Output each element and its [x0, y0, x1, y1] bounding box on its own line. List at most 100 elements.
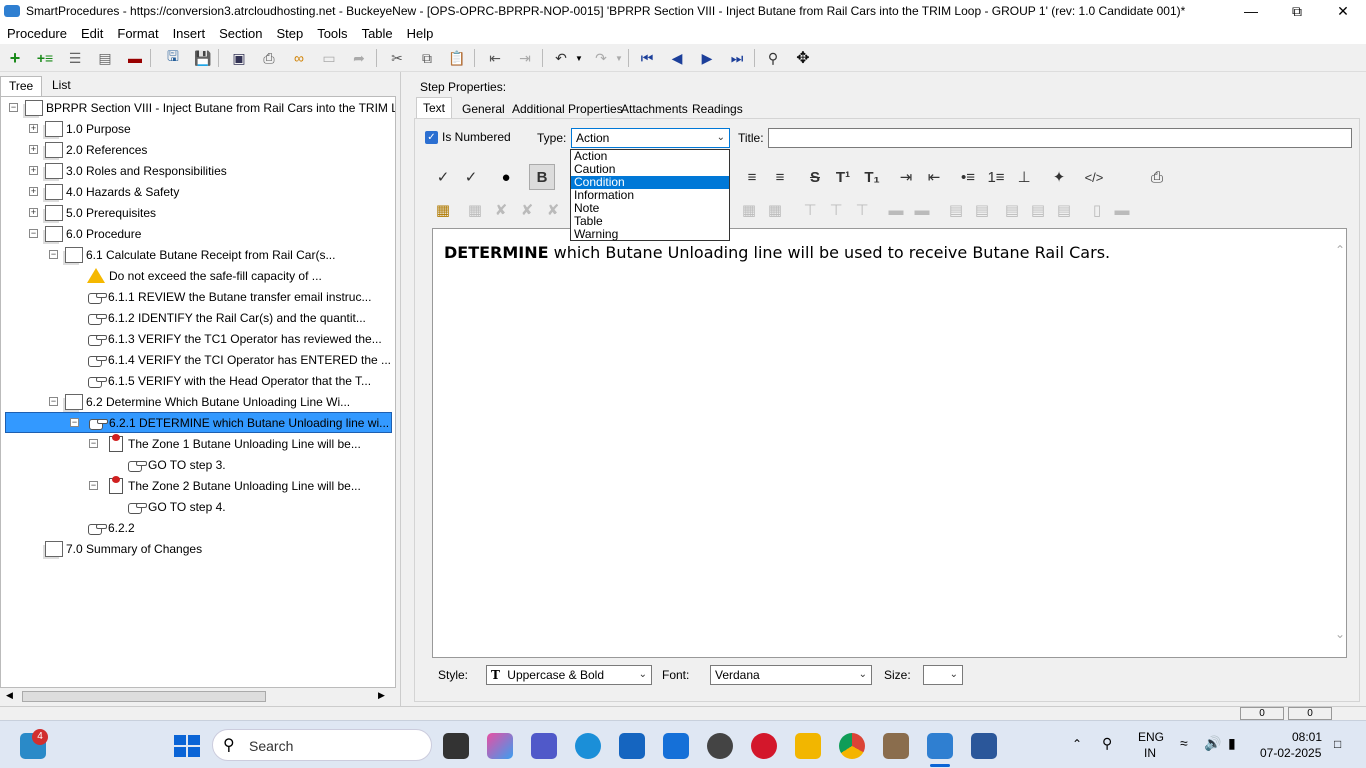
menu-tools[interactable]: Tools: [310, 26, 354, 41]
tree-item-6-1-2[interactable]: 6.1.2 IDENTIFY the Rail Car(s) and the q…: [87, 307, 366, 328]
word-icon[interactable]: [971, 733, 997, 759]
menu-section[interactable]: Section: [212, 26, 269, 41]
language-secondary[interactable]: IN: [1144, 746, 1156, 760]
increase-indent-icon[interactable]: ⇥: [895, 166, 917, 188]
maximize-button[interactable]: ⧉: [1274, 0, 1320, 22]
file-explorer-icon[interactable]: [795, 733, 821, 759]
next-icon[interactable]: ▶: [696, 48, 718, 68]
collapse-icon[interactable]: −: [29, 229, 38, 238]
menu-procedure[interactable]: Procedure: [0, 26, 74, 41]
clock-time[interactable]: 08:01: [1292, 730, 1322, 744]
volume-icon[interactable]: 🔊: [1204, 735, 1221, 752]
link-icon[interactable]: ∞: [288, 48, 310, 68]
scroll-thumb[interactable]: [22, 691, 266, 702]
opera-icon[interactable]: [751, 733, 777, 759]
collapse-icon[interactable]: −: [49, 397, 58, 406]
insert-table-icon[interactable]: ▦: [432, 199, 454, 221]
save-local-icon[interactable]: 🖫: [162, 48, 184, 68]
publish-icon[interactable]: ▣: [228, 48, 250, 68]
copilot-icon[interactable]: [487, 733, 513, 759]
collapse-icon[interactable]: −: [70, 418, 79, 427]
superscript-icon[interactable]: T¹: [832, 166, 854, 188]
font-select[interactable]: Verdana ⌄: [710, 665, 872, 685]
menu-insert[interactable]: Insert: [166, 26, 213, 41]
spellcheck-all-icon[interactable]: ✓: [460, 166, 482, 188]
numbered-list-icon[interactable]: 1≡: [985, 166, 1007, 188]
bullet-list-icon[interactable]: •≡: [957, 166, 979, 188]
expand-icon[interactable]: +: [29, 208, 38, 217]
tree-item-6-1-1[interactable]: 6.1.1 REVIEW the Butane transfer email i…: [87, 286, 371, 307]
tree-item-warning[interactable]: Do not exceed the safe-fill capacity of …: [87, 265, 322, 286]
expand-icon[interactable]: +: [29, 166, 38, 175]
step-text-editor[interactable]: DETERMINE which Butane Unloading line wi…: [432, 228, 1347, 658]
edge-icon[interactable]: [575, 733, 601, 759]
tree-item-prerequisites[interactable]: 5.0 Prerequisites: [45, 202, 156, 223]
type-select[interactable]: Action ⌄: [571, 128, 730, 148]
last-icon[interactable]: ⏭: [726, 48, 748, 68]
decrease-indent-icon[interactable]: ⇤: [923, 166, 945, 188]
list-icon[interactable]: ☰: [64, 48, 86, 68]
tree-item-root[interactable]: BPRPR Section VIII - Inject Butane from …: [25, 97, 395, 118]
tab-list[interactable]: List: [44, 76, 79, 96]
menu-edit[interactable]: Edit: [74, 26, 110, 41]
smartprocedures-taskbar-icon[interactable]: [927, 733, 953, 759]
find-icon[interactable]: ⚲: [762, 48, 784, 68]
battery-icon[interactable]: ▮: [1228, 735, 1236, 752]
tree-item-zone2[interactable]: The Zone 2 Butane Unloading Line will be…: [109, 475, 361, 496]
add-child-icon[interactable]: +≡: [34, 48, 56, 68]
tree-item-roles[interactable]: 3.0 Roles and Responsibilities: [45, 160, 227, 181]
color-icon[interactable]: ●: [495, 166, 517, 188]
menu-help[interactable]: Help: [400, 26, 441, 41]
save-icon[interactable]: 💾: [192, 48, 214, 68]
collapse-icon[interactable]: −: [89, 481, 98, 490]
collapse-icon[interactable]: −: [49, 250, 58, 259]
spellcheck-icon[interactable]: ✓: [432, 166, 454, 188]
outdent-icon[interactable]: ⇤: [484, 48, 506, 68]
tree-item-6-1-3[interactable]: 6.1.3 VERIFY the TC1 Operator has review…: [87, 328, 382, 349]
menu-table[interactable]: Table: [355, 26, 400, 41]
tree-item-6-1[interactable]: 6.1 Calculate Butane Receipt from Rail C…: [65, 244, 335, 265]
scroll-up-icon[interactable]: ⌃: [1335, 243, 1345, 257]
start-icon[interactable]: [174, 735, 200, 757]
scroll-left-icon[interactable]: ◀: [6, 690, 13, 701]
notifications-icon[interactable]: □: [1334, 737, 1341, 751]
tree-item-6-2[interactable]: 6.2 Determine Which Butane Unloading Lin…: [65, 391, 350, 412]
tab-text[interactable]: Text: [416, 97, 453, 118]
tree-item-hazards[interactable]: 4.0 Hazards & Safety: [45, 181, 179, 202]
is-numbered-checkbox[interactable]: ✓: [425, 131, 438, 144]
bold-button[interactable]: B: [529, 164, 555, 190]
copy-icon[interactable]: ⧉: [416, 48, 438, 68]
previous-icon[interactable]: ◀: [666, 48, 688, 68]
tree-item-summary[interactable]: 7.0 Summary of Changes: [45, 538, 202, 559]
cut-icon[interactable]: ✂: [386, 48, 408, 68]
add-icon[interactable]: +: [4, 48, 26, 68]
teams-icon[interactable]: [531, 733, 557, 759]
tree-item-6-2-2[interactable]: 6.2.2: [87, 517, 135, 538]
print-icon[interactable]: ⎙: [1146, 166, 1168, 188]
tree-item-6-1-5[interactable]: 6.1.5 VERIFY with the Head Operator that…: [87, 370, 371, 391]
task-view-icon[interactable]: [443, 733, 469, 759]
tree-item-goto-4[interactable]: GO TO step 4.: [127, 496, 226, 517]
pane-splitter[interactable]: [400, 72, 408, 708]
chevron-up-icon[interactable]: ⌃: [1072, 737, 1082, 751]
wifi-icon[interactable]: ≈: [1180, 735, 1188, 751]
menu-step[interactable]: Step: [269, 26, 310, 41]
clock-date[interactable]: 07-02-2025: [1260, 746, 1321, 760]
tree-horizontal-scrollbar[interactable]: ◀ ▶: [0, 688, 396, 704]
expand-icon[interactable]: +: [29, 124, 38, 133]
tab-tree[interactable]: Tree: [0, 76, 43, 97]
code-icon[interactable]: </>: [1083, 166, 1105, 188]
size-select[interactable]: ⌄: [923, 665, 963, 685]
expand-icon[interactable]: +: [29, 187, 38, 196]
undo-dropdown-icon[interactable]: ▼: [568, 48, 590, 68]
expand-icon[interactable]: +: [29, 145, 38, 154]
type-option-warning[interactable]: Warning: [571, 228, 729, 241]
network-status-icon[interactable]: ⚲: [1102, 735, 1112, 752]
move-icon[interactable]: ✥: [792, 48, 814, 68]
delete-icon[interactable]: ▬: [124, 48, 146, 68]
power-automate-icon[interactable]: [663, 733, 689, 759]
strikethrough-icon[interactable]: S: [804, 166, 826, 188]
justify-icon[interactable]: ≡: [769, 166, 791, 188]
collapse-icon[interactable]: −: [89, 439, 98, 448]
remote-desktop-icon[interactable]: [883, 733, 909, 759]
